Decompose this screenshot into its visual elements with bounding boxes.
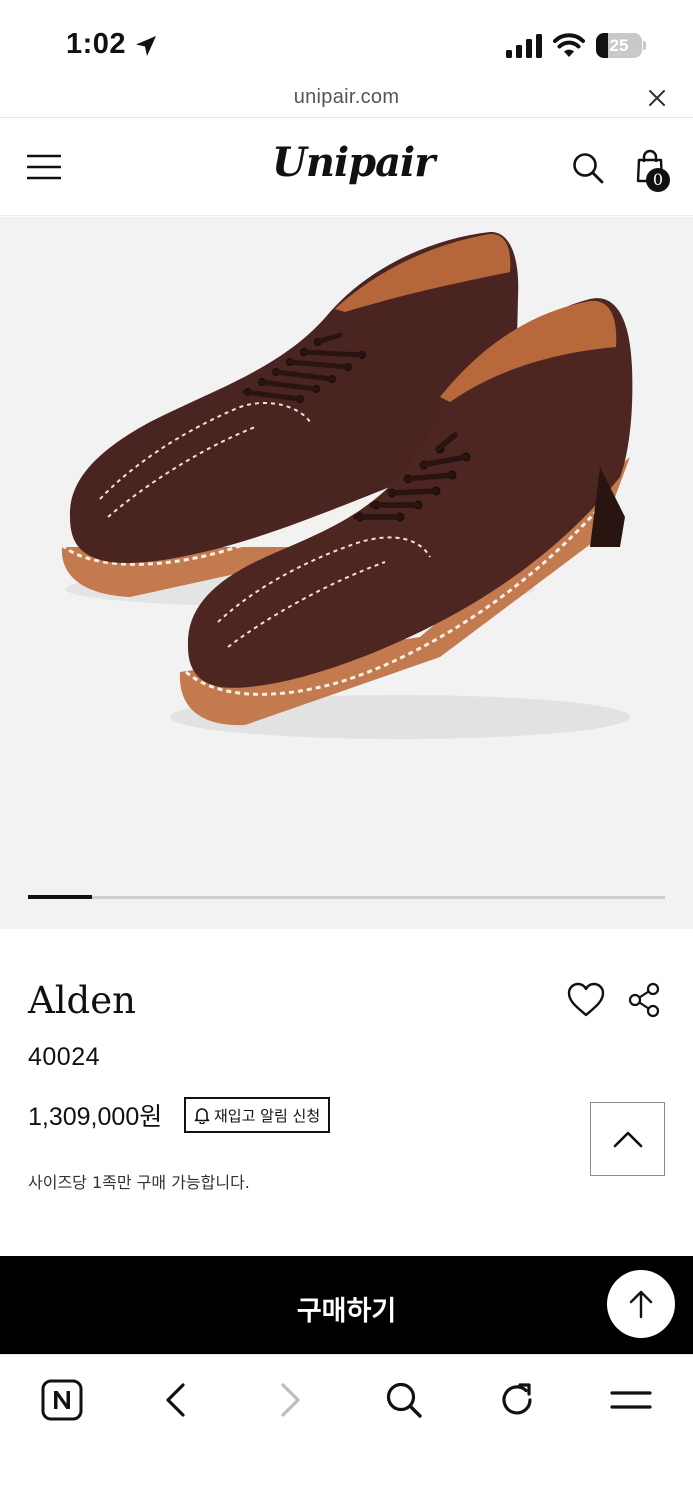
- forward-button[interactable]: [266, 1375, 316, 1425]
- back-icon: [166, 1383, 185, 1417]
- battery-indicator: 25: [596, 33, 646, 58]
- product-info: Alden 40024 1,309,000원 재입고 알림 신청 사이즈당 1족…: [0, 929, 693, 1256]
- browser-menu-button[interactable]: [606, 1375, 656, 1425]
- product-image-carousel[interactable]: [0, 217, 693, 929]
- search-icon: [386, 1382, 422, 1418]
- back-button[interactable]: [150, 1375, 200, 1425]
- battery-level: 25: [609, 36, 629, 55]
- cellular-signal-icon: [506, 34, 542, 58]
- site-header: Unipair 0: [0, 119, 693, 216]
- restock-alert-label: 재입고 알림 신청: [214, 1106, 321, 1125]
- browser-search-button[interactable]: [379, 1375, 429, 1425]
- arrow-up-icon: [629, 1290, 653, 1319]
- site-logo[interactable]: Unipair: [272, 139, 435, 186]
- url-text[interactable]: unipair.com: [0, 86, 693, 109]
- buy-button[interactable]: 구매하기: [0, 1256, 693, 1354]
- forward-icon: [281, 1383, 300, 1417]
- collapse-button[interactable]: [590, 1102, 665, 1176]
- reload-button[interactable]: [492, 1375, 542, 1425]
- purchase-limit-note: 사이즈당 1족만 구매 가능합니다.: [28, 1173, 250, 1192]
- location-arrow-icon: [136, 36, 156, 56]
- product-price: 1,309,000원: [28, 1103, 163, 1131]
- product-model: 40024: [28, 1043, 101, 1071]
- naver-icon: [41, 1379, 83, 1421]
- product-brand[interactable]: Alden: [28, 979, 136, 1022]
- browser-toolbar: [0, 1354, 693, 1500]
- cart-count-badge: 0: [646, 168, 670, 192]
- restock-alert-button[interactable]: 재입고 알림 신청: [184, 1097, 331, 1133]
- buy-button-label: 구매하기: [296, 1296, 397, 1327]
- scroll-to-top-button[interactable]: [607, 1270, 675, 1338]
- status-time: 1:02: [66, 28, 127, 60]
- carousel-progress-track: [28, 895, 665, 899]
- wifi-icon: [553, 33, 585, 57]
- chevron-up-icon: [613, 1131, 642, 1148]
- close-icon[interactable]: [648, 89, 666, 107]
- menu-icon[interactable]: [27, 153, 61, 181]
- browser-url-bar[interactable]: unipair.com: [0, 80, 693, 118]
- bell-icon: [194, 1108, 210, 1124]
- share-icon[interactable]: [627, 982, 661, 1018]
- status-bar: 1:02 25: [0, 0, 693, 80]
- search-icon[interactable]: [572, 152, 604, 184]
- heart-icon[interactable]: [566, 982, 606, 1018]
- reload-icon: [502, 1383, 532, 1415]
- product-photo: [60, 231, 633, 739]
- menu-icon: [610, 1391, 652, 1409]
- naver-home-button[interactable]: [37, 1375, 87, 1425]
- carousel-progress-thumb: [28, 895, 92, 899]
